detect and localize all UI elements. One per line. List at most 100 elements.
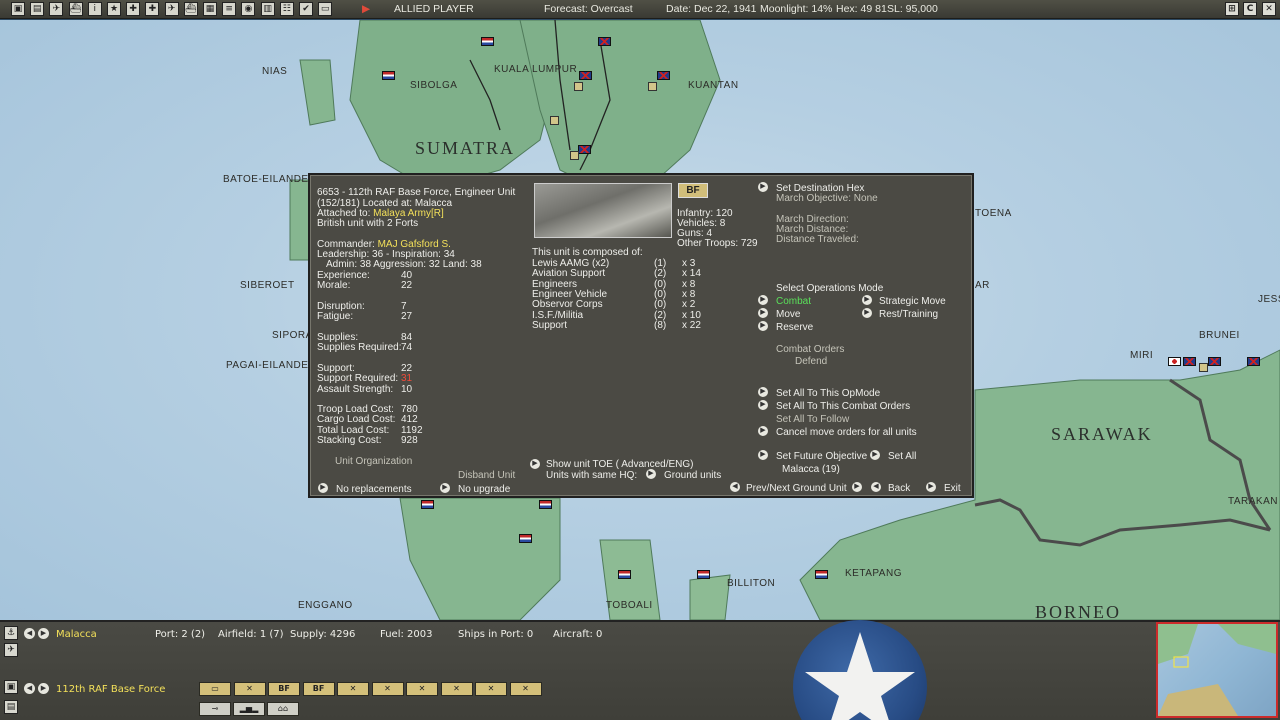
unit-slot[interactable]: BF: [302, 682, 335, 696]
unit-slot[interactable]: ✕: [233, 682, 266, 696]
set-all-arrow-icon[interactable]: ▶: [870, 450, 880, 460]
prev-arrow-icon[interactable]: ◀: [730, 482, 740, 492]
dutch-flag-icon[interactable]: [519, 534, 532, 543]
selected-unit-link[interactable]: 112th RAF Base Force: [56, 684, 165, 695]
defend-order[interactable]: Defend: [795, 356, 827, 367]
cross-icon[interactable]: ✚: [126, 2, 141, 16]
unit-slot[interactable]: ✕: [337, 682, 369, 696]
mode-reserve-arrow-icon[interactable]: ▶: [758, 321, 768, 331]
plane-icon[interactable]: ✈: [164, 2, 179, 16]
info-icon[interactable]: i: [87, 2, 102, 16]
unit-slot[interactable]: ✕: [440, 682, 473, 696]
window-tile-button[interactable]: ⊞: [1225, 2, 1239, 16]
vehicles-icon[interactable]: ▂▅▂: [233, 702, 265, 716]
cancel-move-button[interactable]: Cancel move orders for all units: [776, 427, 917, 438]
replacements-arrow-icon[interactable]: ▶: [318, 483, 328, 493]
cargo-icon[interactable]: ▦: [203, 2, 217, 16]
dutch-flag-icon[interactable]: [421, 500, 434, 509]
chart-icon[interactable]: ≡: [222, 2, 237, 16]
set-future-objective-button[interactable]: Set Future Objective: [776, 451, 867, 462]
air-icon[interactable]: ✈: [49, 2, 64, 16]
bases-icon[interactable]: ▥: [260, 2, 275, 16]
british-flag-icon[interactable]: [579, 71, 592, 80]
window-c-button[interactable]: C: [1243, 2, 1257, 16]
save-icon[interactable]: ▣: [11, 2, 25, 16]
set-all-button[interactable]: Set All: [888, 451, 916, 462]
mode-rest-arrow-icon[interactable]: ▶: [862, 308, 872, 318]
cancel-move-arrow-icon[interactable]: ▶: [758, 426, 768, 436]
unit-slot[interactable]: ▭: [199, 682, 231, 696]
dutch-flag-icon[interactable]: [697, 570, 710, 579]
mode-combat-option[interactable]: Combat: [776, 296, 811, 307]
set-all-combat-button[interactable]: Set All To This Combat Orders: [776, 401, 910, 412]
unit-marker-icon[interactable]: [550, 116, 559, 125]
british-flag-icon[interactable]: [598, 37, 611, 46]
cross-icon-2[interactable]: ✚: [145, 2, 160, 16]
british-flag-icon[interactable]: [1208, 357, 1221, 366]
mode-reserve-option[interactable]: Reserve: [776, 322, 813, 333]
unit-organization-label[interactable]: Unit Organization: [335, 456, 412, 467]
ship-icon-2[interactable]: ⛴: [183, 2, 198, 16]
forts-icon[interactable]: ⌂⌂: [267, 702, 299, 716]
window-close-button[interactable]: ✕: [1262, 2, 1276, 16]
ok-icon[interactable]: ✔: [299, 2, 313, 16]
star-icon[interactable]: ★: [107, 2, 121, 16]
mode-rest-option[interactable]: Rest/Training: [879, 309, 938, 320]
unit-slot[interactable]: BF: [268, 682, 300, 696]
base-anchor-icon[interactable]: ⚓: [4, 626, 18, 640]
ground-units-button[interactable]: Ground units: [664, 470, 721, 481]
set-all-follow-button[interactable]: Set All To Follow: [776, 414, 849, 425]
prev-unit-arrow-icon[interactable]: ◀: [24, 683, 35, 694]
no-upgrade-button[interactable]: No upgrade: [458, 484, 510, 495]
dutch-flag-icon[interactable]: [618, 570, 631, 579]
dutch-flag-icon[interactable]: [539, 500, 552, 509]
exit-arrow-icon[interactable]: ▶: [926, 482, 936, 492]
base-name-link[interactable]: Malacca: [56, 629, 97, 640]
set-all-combat-arrow-icon[interactable]: ▶: [758, 400, 768, 410]
report-icon[interactable]: ▤: [30, 2, 45, 16]
no-replacements-button[interactable]: No replacements: [336, 484, 412, 495]
mode-move-option[interactable]: Move: [776, 309, 800, 320]
dutch-flag-icon[interactable]: [481, 37, 494, 46]
unit-marker-icon[interactable]: [570, 151, 579, 160]
play-icon[interactable]: ▶: [362, 3, 370, 15]
set-all-opmode-arrow-icon[interactable]: ▶: [758, 387, 768, 397]
british-flag-icon[interactable]: [657, 71, 670, 80]
next-base-arrow-icon[interactable]: ▶: [38, 628, 49, 639]
dutch-flag-icon[interactable]: [815, 570, 828, 579]
unit-info-small-icon[interactable]: ▤: [4, 700, 18, 714]
destination-arrow-icon[interactable]: ▶: [758, 182, 768, 192]
british-flag-icon[interactable]: [578, 145, 591, 154]
ground-units-arrow-icon[interactable]: ▶: [646, 469, 656, 479]
upgrade-arrow-icon[interactable]: ▶: [440, 483, 450, 493]
unit-marker-icon[interactable]: [1199, 363, 1208, 372]
prev-base-arrow-icon[interactable]: ◀: [24, 628, 35, 639]
back-button[interactable]: Back: [888, 483, 910, 494]
japanese-flag-icon[interactable]: [1168, 357, 1181, 366]
unit-marker-icon[interactable]: [648, 82, 657, 91]
british-flag-icon[interactable]: [1183, 357, 1196, 366]
unit-slot[interactable]: ✕: [475, 682, 507, 696]
disband-unit-button[interactable]: Disband Unit: [458, 470, 515, 481]
transport-icon[interactable]: ⊸: [199, 702, 231, 716]
unit-slot[interactable]: ✕: [371, 682, 404, 696]
mode-move-arrow-icon[interactable]: ▶: [758, 308, 768, 318]
next-unit-arrow-icon[interactable]: ▶: [38, 683, 49, 694]
mode-strategic-arrow-icon[interactable]: ▶: [862, 295, 872, 305]
next-arrow-icon[interactable]: ▶: [852, 482, 862, 492]
back-arrow-icon[interactable]: ◀: [871, 482, 881, 492]
list-icon[interactable]: ☷: [279, 2, 294, 16]
toe-arrow-icon[interactable]: ▶: [530, 459, 540, 469]
minimap[interactable]: [1156, 622, 1278, 718]
mode-strategic-option[interactable]: Strategic Move: [879, 296, 946, 307]
set-all-opmode-button[interactable]: Set All To This OpMode: [776, 388, 880, 399]
ship-icon[interactable]: ⛴: [68, 2, 83, 16]
future-objective-arrow-icon[interactable]: ▶: [758, 450, 768, 460]
dutch-flag-icon[interactable]: [382, 71, 395, 80]
plane-small-icon[interactable]: ✈: [4, 643, 18, 657]
mode-combat-arrow-icon[interactable]: ▶: [758, 295, 768, 305]
unit-box-icon[interactable]: ▣: [4, 680, 18, 694]
unit-marker-icon[interactable]: [574, 82, 583, 91]
exit-button[interactable]: Exit: [944, 483, 961, 494]
unit-slot[interactable]: ✕: [406, 682, 438, 696]
